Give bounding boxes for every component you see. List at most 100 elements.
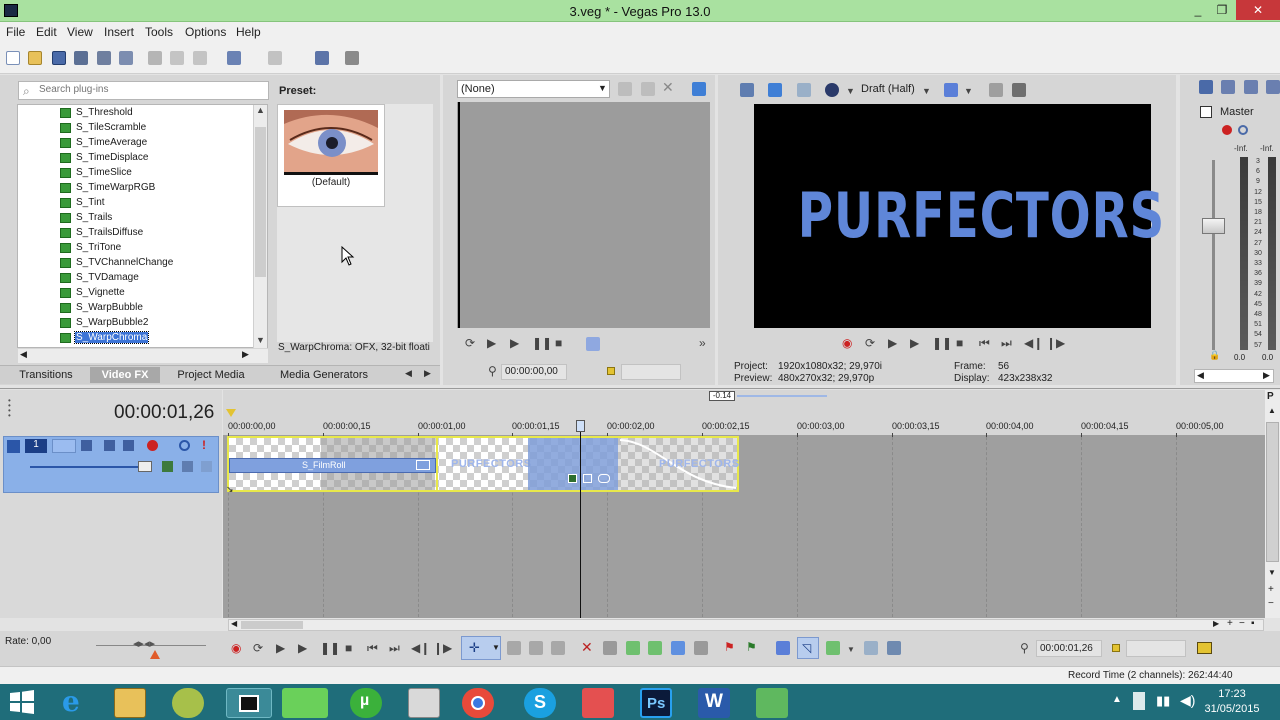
external-monitor-icon[interactable] [768, 83, 782, 97]
split-icon[interactable] [671, 641, 685, 655]
track-level-handle[interactable] [138, 461, 152, 472]
popcorn-time-icon[interactable] [582, 688, 614, 718]
stop-icon[interactable]: ■ [956, 336, 963, 350]
track-solo-icon[interactable]: ! [202, 438, 206, 452]
transport-pause-icon[interactable]: ❚❚ [320, 641, 340, 655]
mixer-scroll-right-icon[interactable]: ▶ [1263, 370, 1270, 381]
auto-ripple-button[interactable]: ◹ [797, 637, 819, 659]
trimmer-monitor-icon[interactable] [692, 82, 706, 96]
zoom-tool-icon[interactable] [551, 641, 565, 655]
transport-go-start-icon[interactable]: ⏮ [367, 641, 378, 655]
tray-network-icon[interactable]: ▮▮ [1156, 693, 1170, 709]
trimmer-play-icon[interactable]: ▶ [510, 336, 519, 350]
hscroll-right-icon[interactable]: ▶ [1213, 619, 1219, 628]
playhead-handle[interactable] [576, 420, 585, 432]
trim-icon[interactable] [603, 641, 617, 655]
lock-icon[interactable] [694, 641, 708, 655]
h-zoom-fit-icon[interactable]: ▪ [1251, 618, 1255, 629]
track-mute-icon[interactable] [179, 440, 190, 451]
menu-view[interactable]: View [67, 25, 93, 39]
loop-region-bar[interactable] [737, 395, 827, 397]
plugin-tree[interactable]: S_Threshold S_TileScramble S_TimeAverage S_… [17, 104, 268, 348]
mixer-scroll-left-icon[interactable]: ◀ [1197, 370, 1204, 381]
insert-region-icon[interactable]: ⚑ [746, 640, 757, 654]
go-to-start-icon[interactable]: ⏮ [979, 336, 990, 350]
track-motion-icon[interactable] [81, 440, 92, 451]
vscroll-up-icon[interactable]: ▲ [1268, 406, 1276, 415]
rate-handle-icon[interactable]: ◂▸◂▸ [133, 637, 155, 650]
trimmer-pin-icon[interactable] [641, 82, 655, 96]
plugin-search-box[interactable]: ⌕ [18, 81, 269, 100]
track-list-grip[interactable]: • • • • [8, 397, 11, 420]
transport-play-icon[interactable]: ▶ [298, 641, 307, 655]
selection-tool-icon[interactable] [529, 641, 543, 655]
master-fader-handle[interactable] [1202, 218, 1225, 234]
overlays-icon[interactable] [944, 83, 958, 97]
event-pan-crop-icon[interactable] [583, 474, 592, 483]
preview-fx-icon[interactable] [797, 83, 811, 97]
auto-crossfade-icon[interactable] [887, 641, 901, 655]
trim-end-icon[interactable] [648, 641, 662, 655]
tray-expand-icon[interactable]: ▲ [1112, 694, 1122, 705]
insert-marker-icon[interactable]: ⚑ [724, 640, 735, 654]
undo-icon[interactable] [227, 51, 241, 65]
clock-date[interactable]: 31/05/2015 [1198, 703, 1266, 715]
enable-snapping-icon[interactable] [315, 51, 329, 65]
whats-this-help-icon[interactable] [345, 51, 359, 65]
app-top-hat-icon[interactable] [408, 688, 440, 718]
track-list-expand-icon[interactable]: P [1267, 391, 1274, 402]
vegas-taskbar-icon[interactable] [226, 688, 272, 718]
trimmer-source-select[interactable]: (None) ▼ [457, 80, 610, 98]
utorrent-icon[interactable]: µ [350, 688, 382, 718]
track-name-field[interactable] [52, 439, 76, 453]
mixer-insert-bus-icon[interactable] [1199, 80, 1213, 94]
transport-record-icon[interactable]: ◉ [231, 641, 241, 655]
track-parent-icon[interactable] [182, 461, 193, 472]
app-pineapple-icon[interactable] [172, 688, 204, 718]
trimmer-add-icon[interactable] [618, 82, 632, 96]
tab-media-generators[interactable]: Media Generators [275, 367, 373, 383]
master-fx-icon[interactable] [1222, 125, 1232, 135]
trimmer-stop-icon[interactable]: ■ [555, 336, 562, 350]
menu-help[interactable]: Help [236, 25, 261, 39]
pause-icon[interactable]: ❚❚ [932, 336, 952, 350]
hscroll-left-icon[interactable]: ◀ [231, 619, 237, 628]
paste-icon[interactable] [193, 51, 207, 65]
preset-default-tile[interactable]: (Default) [277, 104, 385, 207]
track-composite-icon[interactable] [104, 440, 115, 451]
track-automation-icon[interactable] [123, 440, 134, 451]
plugin-search-input[interactable] [39, 84, 259, 95]
master-fader-track[interactable] [1212, 160, 1215, 350]
edit-tool-dropdown-icon[interactable]: ▼ [492, 643, 500, 652]
menu-file[interactable]: File [6, 25, 25, 39]
clock-time[interactable]: 17:23 [1198, 688, 1266, 700]
video-preview-display[interactable]: PURFECTORS [754, 104, 1164, 328]
menu-edit[interactable]: Edit [36, 25, 57, 39]
trimmer-more-icon[interactable]: » [699, 336, 706, 350]
vscroll-down-icon[interactable]: ▼ [1268, 568, 1276, 577]
play-from-start-icon[interactable]: ▶ [888, 336, 897, 350]
quality-dropdown-icon[interactable]: ▼ [922, 84, 931, 98]
app-green-icon[interactable] [756, 688, 788, 718]
project-properties-icon[interactable] [740, 83, 754, 97]
redo-icon[interactable] [268, 51, 282, 65]
photoshop-icon[interactable]: Ps [640, 688, 672, 718]
scroll-thumb[interactable] [255, 127, 266, 277]
trimmer-display[interactable] [457, 102, 710, 328]
trimmer-loop-icon[interactable]: ⟳ [465, 336, 475, 350]
tab-transitions[interactable]: Transitions [8, 367, 84, 383]
next-frame-icon[interactable]: ❙▶ [1046, 336, 1065, 350]
mixer-downmix-icon[interactable] [1221, 80, 1235, 94]
transport-play-from-start-icon[interactable]: ▶ [276, 641, 285, 655]
track-expand-icon[interactable] [7, 440, 20, 453]
playhead-line[interactable] [580, 420, 581, 618]
copy-icon[interactable] [170, 51, 184, 65]
menu-tools[interactable]: Tools [145, 25, 173, 39]
scroll-up-icon[interactable]: ▲ [256, 105, 265, 115]
timeline-vscroll[interactable]: P ▲ ▼ + − [1265, 390, 1280, 618]
google-chrome-icon[interactable] [462, 688, 494, 718]
close-button[interactable]: ✕ [1236, 0, 1280, 20]
transport-stop-icon[interactable]: ■ [345, 641, 352, 655]
transport-go-end-icon[interactable]: ⏭ [389, 641, 400, 655]
zoom-out-icon[interactable]: − [1268, 598, 1274, 609]
